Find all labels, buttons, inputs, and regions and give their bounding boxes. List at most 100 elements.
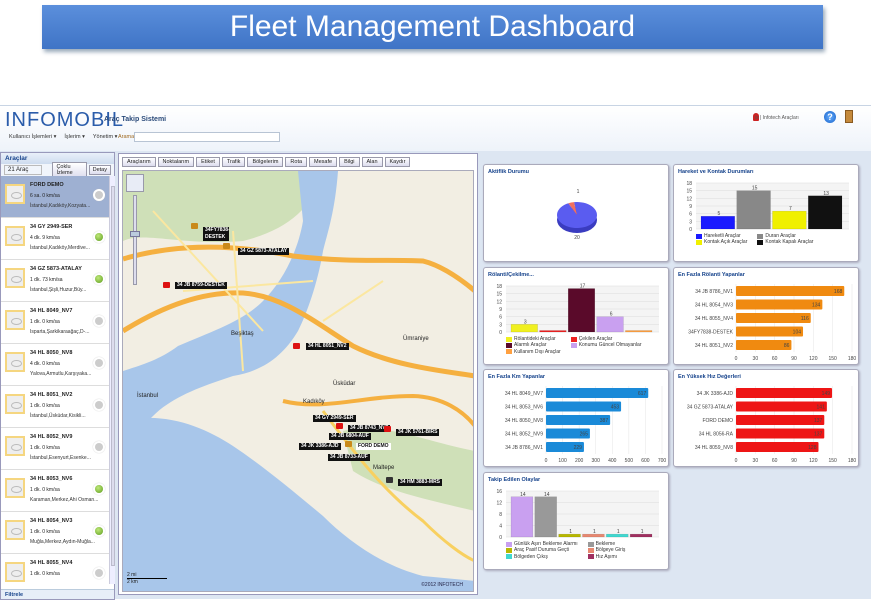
vehicle-marker[interactable] (223, 243, 230, 249)
y-category-label: FORD DEMO (702, 418, 733, 424)
zoom-slider-handle[interactable] (130, 231, 140, 237)
vehicle-list-item[interactable]: 34 GZ 5873-ATALAY 1 dk. 73 km/sa İstanbu… (1, 260, 109, 302)
vehicle-list-item[interactable]: 34 GY 2949-SER 4 dk. 9 km/sa İstanbul,Ka… (1, 218, 109, 260)
vehicle-status: 4 dk. 9 km/sa (30, 235, 60, 241)
map-tool-button[interactable]: Etiket (196, 157, 220, 167)
legend-swatch (506, 541, 512, 547)
chart-title: Takip Edilen Olaylar (488, 477, 541, 483)
vehicle-list-item[interactable]: 34 HL 8051_NV2 1 dk. 0 km/sa İstanbul,Üs… (1, 386, 109, 428)
zoom-slider[interactable] (133, 195, 137, 285)
x-tick-label: 400 (608, 458, 617, 464)
bar-3 (596, 316, 624, 333)
bar-0 (510, 324, 538, 333)
y-category-label: 34 HL 8050_NV8 (505, 418, 543, 424)
map-vehicle-label[interactable]: 34 HM 3883-MRS (398, 479, 443, 486)
y-tick-label: 3 (689, 219, 692, 225)
legend-item: Bölgeden Çıkış (506, 554, 578, 560)
legend-swatch (757, 239, 764, 245)
y-category-label: 34 HL 8049_NV7 (505, 391, 543, 397)
map-vehicle-label[interactable]: 34 HL 8051_NV2 (306, 343, 349, 350)
vehicle-location: İstanbul,Şişli,Huzur,Büy... (30, 287, 87, 293)
y-tick-label: 0 (499, 330, 502, 336)
bar-value-label: 104 (793, 330, 802, 336)
vehicle-status: 1 dk. 73 km/sa (30, 277, 63, 283)
map-vehicle-label[interactable]: 34 JK 3386-AJD (299, 443, 341, 450)
y-tick-label: 12 (496, 299, 502, 305)
vehicle-status: 1 dk. 0 km/sa (30, 445, 60, 451)
map-tool-button[interactable]: Araçlarım (122, 157, 156, 167)
map-vehicle-label[interactable]: 34 GZ 5873-ATALAY (238, 248, 290, 255)
menu-management[interactable]: Yönetim ▾ (93, 134, 117, 140)
map-tool-button[interactable]: Bilgi (339, 157, 360, 167)
vehicle-marker[interactable] (191, 223, 198, 229)
map-vehicle-label[interactable]: 34 JB 6804-AUF (329, 433, 371, 440)
chart-svg: 20 1 (557, 189, 597, 241)
legend-label: Hareketli Araçlar (704, 233, 741, 239)
vehicle-list-item[interactable]: 34 HL 8053_NV6 1 dk. 0 km/sa Karaman,Mer… (1, 470, 109, 512)
x-tick-label: 300 (592, 458, 601, 464)
map-vehicle-label[interactable]: 34 GY 2949-SER (313, 415, 356, 422)
vehicle-list-item[interactable]: 34 HL 8055_NV4 1 dk. 0 km/sa (1, 554, 109, 584)
map-canvas[interactable]: 34FY7838-DESTEK 34 GZ 5873-ATALAY 34 JB … (122, 170, 474, 592)
bar-0 (510, 496, 534, 538)
map-vehicle-label[interactable]: FORD DEMO (356, 443, 391, 450)
menu-user-operations[interactable]: Kullanıcı İşlemleri ▾ (9, 134, 56, 140)
vehicle-marker[interactable] (345, 441, 352, 447)
map-vehicle-label[interactable]: 34 JB 8759-DESTEK (175, 282, 227, 289)
map-tool-button[interactable]: Alan (361, 157, 383, 167)
vehicle-marker[interactable] (336, 423, 343, 429)
vehicle-marker[interactable] (293, 343, 300, 349)
map-tool-button[interactable]: Rota (285, 157, 308, 167)
vehicle-list-item[interactable]: 34 HL 8054_NV3 1 dk. 0 km/sa Muğla,Merke… (1, 512, 109, 554)
menu-my-jobs[interactable]: İşlerim ▾ (64, 134, 84, 140)
logout-door-icon[interactable] (845, 110, 853, 123)
vehicle-location: Yalova,Armutlu,Karşıyaka... (30, 371, 92, 377)
legend-label: Hız Aşımı (595, 553, 618, 560)
vehicle-list-item[interactable]: 34 HL 8052_NV9 1 dk. 0 km/sa İstanbul,Es… (1, 428, 109, 470)
x-tick-label: 30 (753, 356, 759, 362)
bar-1 (736, 190, 771, 230)
scrollbar-thumb[interactable] (111, 186, 115, 566)
pie-data-label: 20 (574, 235, 580, 241)
vehicle-list-item[interactable]: 34 HL 8049_NV7 1 dk. 0 km/sa Isparta,Şar… (1, 302, 109, 344)
chart-title: Aktiflik Durumu (488, 169, 529, 175)
bar-value-label: 387 (600, 418, 609, 424)
vehicle-marker[interactable] (384, 426, 391, 432)
map-tool-button[interactable]: Noktalarım (157, 157, 195, 167)
y-category-label: 34 HL 8054_NV3 (695, 303, 733, 309)
map-tool-button[interactable]: Kaydır (384, 157, 411, 167)
offline-status-icon (95, 191, 103, 199)
page-banner-title: Fleet Management Dashboard (42, 5, 823, 49)
map-vehicle-label[interactable]: 34FY7838-DESTEK (203, 227, 230, 241)
filter-button[interactable]: Filtrele (1, 589, 114, 599)
vehicle-name: 34 HL 8051_NV2 (30, 392, 73, 398)
vehicle-thumbnail (5, 310, 25, 330)
x-tick-label: 0 (735, 356, 738, 362)
search-input[interactable] (134, 132, 280, 142)
vehicle-status: 1 dk. 0 km/sa (30, 319, 60, 325)
legend-label: Alarmlı Araçlar (514, 342, 547, 349)
legend-swatch (570, 336, 577, 342)
vehicle-thumbnail (5, 226, 25, 246)
map-vehicle-label[interactable]: 34 JK 5761-BİRS (396, 429, 440, 436)
user-name[interactable]: is | Infotech Araçları (755, 115, 799, 121)
vehicle-list-item[interactable]: FORD DEMO 6 sa. 0 km/sa İstanbul,Kadıköy… (1, 176, 109, 218)
pan-control[interactable] (126, 174, 144, 192)
x-tick-label: 180 (848, 458, 857, 464)
x-tick-label: 120 (809, 458, 818, 464)
vehicle-marker[interactable] (386, 477, 393, 483)
vehicle-list-item[interactable]: 34 HL 8050_NV8 4 dk. 0 km/sa Yalova,Armu… (1, 344, 109, 386)
map-vehicle-label[interactable]: 34 JB 8733-AUF (328, 454, 370, 461)
y-category-label: 34 HL 8059_NV8 (695, 445, 733, 451)
y-tick-label: 8 (499, 512, 502, 518)
help-icon[interactable]: ? (824, 111, 836, 123)
vehicle-marker[interactable] (163, 282, 170, 288)
detail-button[interactable]: Detay (88, 165, 111, 175)
map-tool-button[interactable]: Trafik (221, 157, 246, 167)
vehicle-name: 34 GZ 5873-ATALAY (30, 266, 82, 272)
vehicle-list-scrollbar[interactable] (109, 176, 115, 584)
chart-svg: 0 30 60 90 120 150 180 34 JK 3386-AJD 149 34 GZ 5… (687, 386, 857, 464)
map-tool-button[interactable]: Bölgelerim (247, 157, 284, 167)
bar-4 (736, 442, 819, 452)
map-tool-button[interactable]: Mesafe (309, 157, 338, 167)
